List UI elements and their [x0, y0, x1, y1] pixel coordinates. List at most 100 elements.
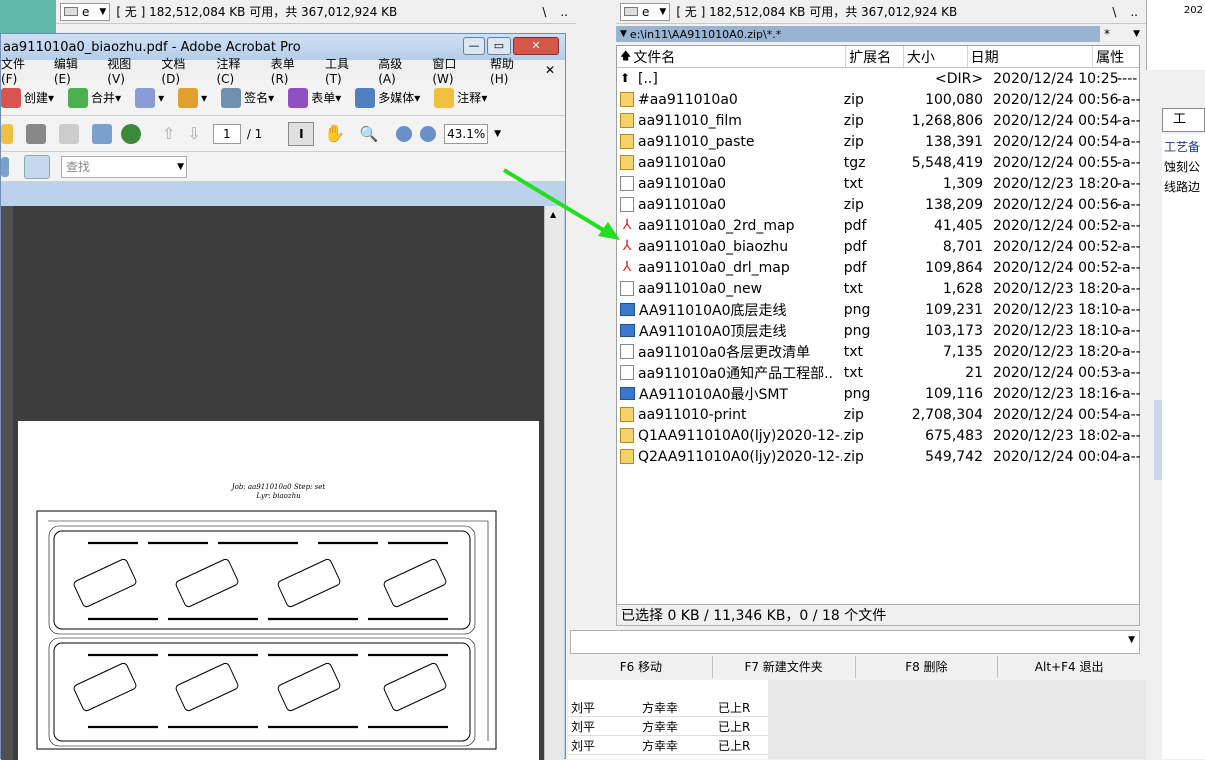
file-row[interactable]: aa911010a0 tgz 5,548,419 2020/12/24 00:55 -a…	[617, 152, 1141, 173]
left-root-button[interactable]: \	[542, 5, 546, 19]
chevron-down-icon: ▼	[1133, 29, 1140, 39]
f7-newfolder-button[interactable]: F7 新建文件夹	[713, 656, 856, 678]
exit-button[interactable]: Alt+F4 退出	[998, 656, 1140, 678]
combine-button[interactable]: 合并 ▾	[68, 87, 121, 108]
secure-button[interactable]: ▾	[178, 87, 207, 108]
file-row[interactable]: aa911010_paste zip 138,391 2020/12/24 00:54…	[617, 131, 1141, 152]
maximize-button[interactable]: ▭	[487, 37, 511, 55]
f8-delete-button[interactable]: F8 删除	[856, 656, 999, 678]
email-icon[interactable]	[92, 123, 112, 144]
f6-move-button[interactable]: F6 移动	[570, 656, 713, 678]
file-size: 138,391	[925, 133, 983, 150]
search-input[interactable]: 查找 ▼	[61, 155, 187, 178]
right-edge-list: 工艺备 蚀刻公 线路边	[1162, 134, 1205, 759]
fit-page-icon[interactable]	[24, 154, 50, 179]
file-row[interactable]: aa911010-print zip 2,708,304 2020/12/24 00:…	[617, 404, 1141, 425]
file-date: 2020/12/24 00:52	[993, 259, 1119, 276]
right-up-button[interactable]: ..	[1130, 5, 1138, 19]
file-date: 2020/12/23 18:20	[993, 343, 1119, 360]
file-row[interactable]: AA911010A0顶层走线 png 103,173 2020/12/23 18:10…	[617, 320, 1141, 341]
file-row[interactable]: aa911010_film zip 1,268,806 2020/12/24 00:5…	[617, 110, 1141, 131]
close-doc-icon[interactable]: ✕	[545, 63, 555, 77]
multimedia-label: 多媒体	[378, 91, 415, 105]
file-list[interactable]: 🡅 文件名 扩展名 大小 日期 属性 ⬆ [..] <DIR> 2020/12/24 1…	[616, 45, 1141, 605]
close-button[interactable]: ✕	[513, 37, 559, 55]
fit-icon[interactable]	[1, 156, 9, 177]
globe-icon[interactable]	[121, 123, 141, 144]
left-up-button[interactable]: ..	[560, 5, 568, 19]
file-row[interactable]: aa911010a0 txt 1,309 2020/12/23 18:20 -a--	[617, 173, 1141, 194]
select-tool-icon[interactable]: I	[288, 121, 315, 146]
file-row[interactable]: Q2AA911010A0(ljy)2020-12-.. zip 549,742 202…	[617, 446, 1141, 467]
zoom-input[interactable]: 43.1%	[444, 123, 489, 144]
column-size[interactable]: 大小	[904, 46, 968, 67]
file-row[interactable]: AA911010A0底层走线 png 109,231 2020/12/23 18:10…	[617, 299, 1141, 320]
right-root-button[interactable]: \	[1112, 5, 1116, 19]
splitter[interactable]	[1154, 400, 1162, 480]
menu-file[interactable]: 文件(F)	[1, 55, 41, 86]
sign-button[interactable]: 签名 ▾	[221, 87, 274, 108]
filter-select[interactable]: * ▼	[1104, 26, 1140, 42]
chevron-down-icon[interactable]: ▼	[494, 129, 501, 139]
file-row[interactable]: aa911010a0通知产品工程部.. txt 21 2020/12/24 00:53…	[617, 362, 1141, 383]
next-page-icon[interactable]: ⇩	[187, 124, 200, 143]
file-row[interactable]: Q1AA911010A0(ljy)2020-12-.. zip 675,483 202…	[617, 425, 1141, 446]
zoom-out-icon[interactable]	[396, 125, 413, 142]
file-size: 2,708,304	[911, 406, 983, 423]
file-row[interactable]: ⅄ aa911010a0_2rd_map pdf 41,405 2020/12/24 0…	[617, 215, 1141, 236]
vertical-scrollbar[interactable]: ▲	[544, 206, 564, 760]
zip-file-icon	[620, 92, 634, 107]
right-edge-tab[interactable]: 工	[1162, 108, 1205, 132]
menu-tools[interactable]: 工具(T)	[325, 55, 365, 86]
column-ext[interactable]: 扩展名	[846, 46, 904, 67]
hand-tool-icon[interactable]: ✋	[324, 124, 345, 144]
file-size: 8,701	[942, 238, 983, 255]
minimize-button[interactable]: —	[463, 37, 485, 55]
pdf-file-icon: ⅄	[622, 259, 632, 275]
menu-window[interactable]: 窗口(W)	[432, 55, 477, 86]
menu-help[interactable]: 帮助(H)	[490, 55, 532, 86]
save-icon[interactable]	[59, 123, 79, 144]
file-row[interactable]: ⬆ [..] <DIR> 2020/12/24 10:25 ----	[617, 68, 1139, 89]
menu-view[interactable]: 视图(V)	[107, 55, 148, 86]
print-icon[interactable]	[26, 123, 46, 144]
menu-document[interactable]: 文档(D)	[161, 55, 203, 86]
column-date[interactable]: 日期	[968, 46, 1094, 67]
chevron-down-icon: ▼	[99, 6, 107, 17]
prev-page-icon[interactable]: ⇧	[162, 124, 175, 143]
file-row[interactable]: aa911010a0 zip 138,209 2020/12/24 00:56 -a--	[617, 194, 1141, 215]
zoom-in-icon[interactable]	[420, 125, 437, 142]
menu-forms[interactable]: 表单(R)	[271, 55, 312, 86]
command-line[interactable]: ▼	[570, 630, 1140, 654]
left-drive-select[interactable]: e ▼	[60, 2, 111, 21]
file-attr: -a--	[1117, 154, 1141, 171]
file-name: aa911010a0_biaozhu	[638, 238, 789, 255]
right-path-bar[interactable]: ▼ e:\in11\AA911010A0.zip\*.*	[616, 26, 1100, 42]
open-icon[interactable]	[1, 123, 13, 144]
forms-button[interactable]: 表单 ▾	[288, 87, 341, 108]
page-number-input[interactable]: 1	[212, 123, 241, 144]
right-drive-bar: e ▼ [ 无 ] 182,512,084 KB 可用，共 367,012,924…	[616, 0, 1146, 24]
file-row[interactable]: #aa911010a0 zip 100,080 2020/12/24 00:56 -a-…	[617, 89, 1141, 110]
comment-button[interactable]: 注释 ▾	[434, 87, 487, 108]
file-row[interactable]: aa911010a0_new txt 1,628 2020/12/23 18:20 -a…	[617, 278, 1141, 299]
file-name: [..]	[638, 70, 658, 87]
column-name[interactable]: 🡅 文件名	[617, 46, 847, 67]
file-row[interactable]: aa911010a0各层更改清单 txt 7,135 2020/12/23 18:20…	[617, 341, 1141, 362]
multimedia-button[interactable]: 多媒体 ▾	[355, 87, 420, 108]
file-row[interactable]: AA911010A0最小SMT png 109,116 2020/12/23 18:1…	[617, 383, 1141, 404]
collaborate-button[interactable]: ▾	[135, 87, 164, 108]
file-name-cell: #aa911010a0	[617, 92, 842, 108]
file-ext: zip	[843, 196, 864, 213]
zoom-tool-icon[interactable]: 🔍	[359, 125, 378, 143]
create-button[interactable]: 创建 ▾	[1, 87, 54, 108]
menu-comments[interactable]: 注释(C)	[217, 55, 258, 86]
right-drive-select[interactable]: e ▼	[620, 2, 671, 21]
file-row[interactable]: ⅄ aa911010a0_drl_map pdf 109,864 2020/12/24 …	[617, 257, 1141, 278]
file-row[interactable]: ⅄ aa911010a0_biaozhu pdf 8,701 2020/12/24 00…	[617, 236, 1141, 257]
zip-file-icon	[620, 407, 634, 422]
file-attr: -a--	[1117, 112, 1141, 129]
menu-edit[interactable]: 编辑(E)	[54, 55, 94, 86]
menu-advanced[interactable]: 高级(A)	[378, 55, 419, 86]
column-attr[interactable]: 属性	[1093, 46, 1139, 67]
